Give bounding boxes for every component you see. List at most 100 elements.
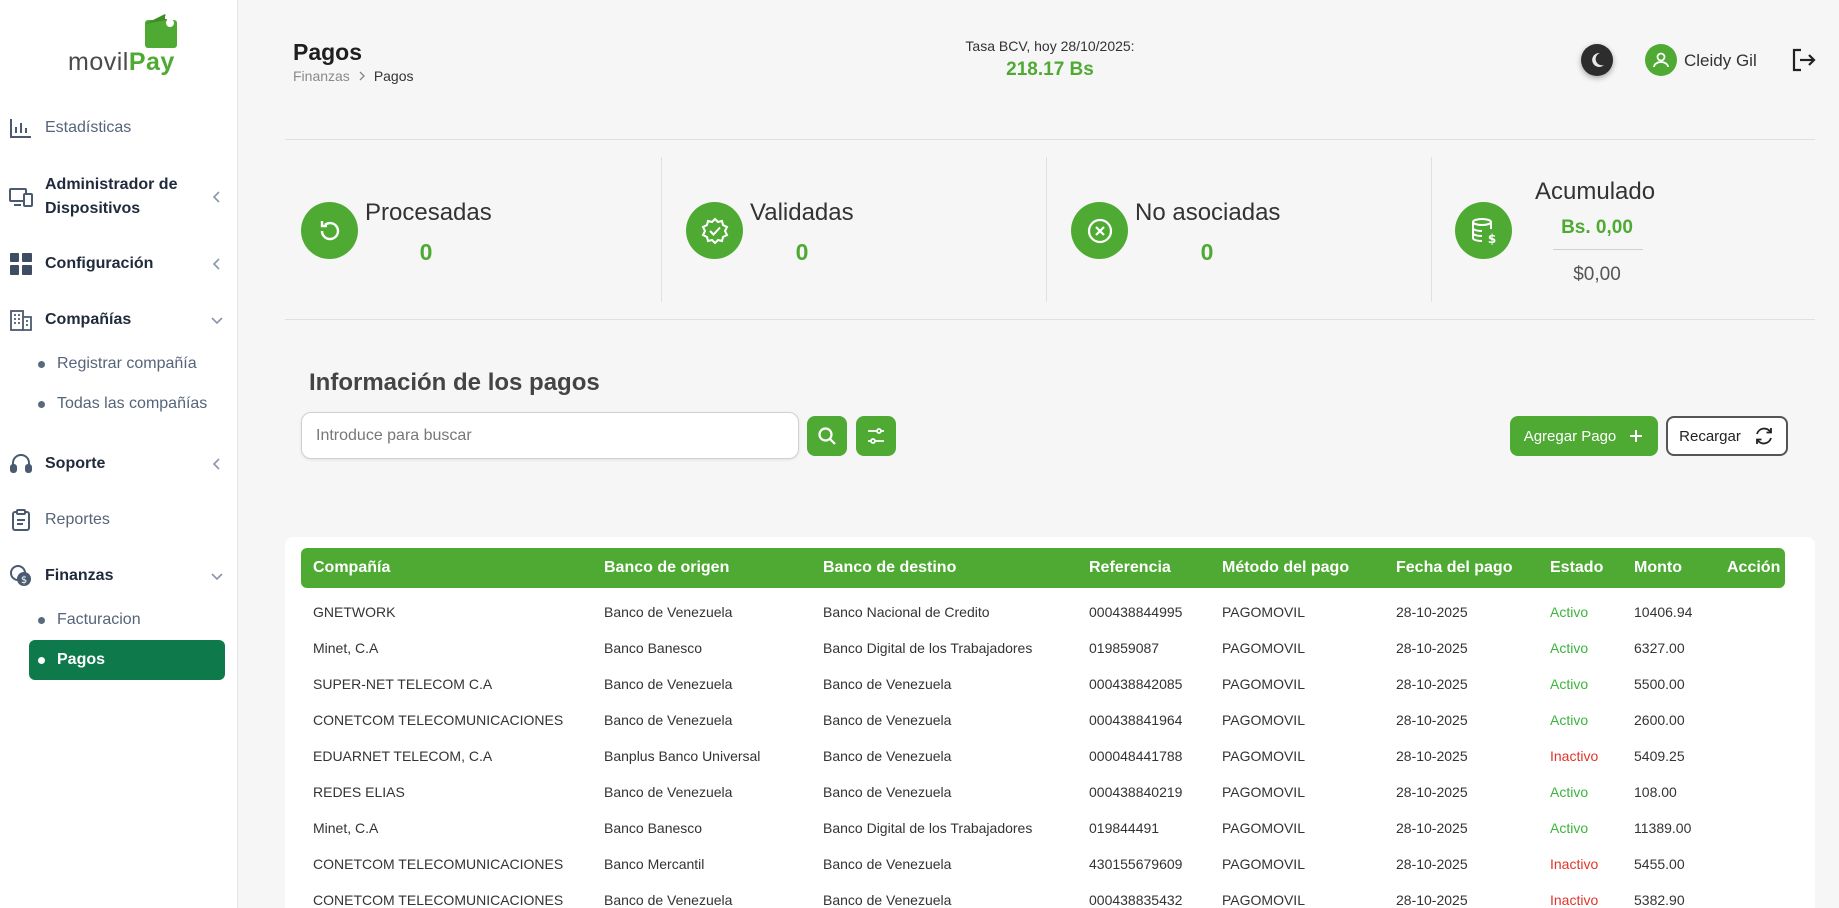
sidebar-subitem-pagos[interactable]: Pagos <box>29 640 225 680</box>
cell-date: 28-10-2025 <box>1396 856 1468 872</box>
table-row[interactable]: Minet, C.A Banco Banesco Banco Digital de … <box>301 811 1785 847</box>
stat-value-usd: $0,00 <box>1573 264 1621 285</box>
column-header[interactable]: Banco de destino <box>823 559 956 577</box>
stat-title: Validadas <box>750 199 854 226</box>
add-payment-button[interactable]: Agregar Pago <box>1510 416 1658 456</box>
stat-title: No asociadas <box>1135 199 1281 226</box>
avatar[interactable] <box>1645 44 1677 76</box>
stat-value-bs: Bs. 0,00 <box>1561 217 1633 238</box>
moon-icon <box>1592 52 1604 67</box>
sidebar-item-reportes[interactable]: Reportes <box>0 508 238 532</box>
sidebar-subitem-label: Registrar compañía <box>57 355 197 372</box>
sidebar-subitem-label: Facturacion <box>57 611 141 628</box>
sidebar-item-finanzas[interactable]: $ Finanzas <box>0 564 238 588</box>
reload-label: Recargar <box>1679 427 1741 445</box>
cell-reference: 000438835432 <box>1089 892 1183 908</box>
cell-amount: 5500.00 <box>1634 676 1685 692</box>
sidebar-item-dispositivos[interactable]: Administrador de Dispositivos <box>0 173 238 221</box>
column-header[interactable]: Monto <box>1634 559 1682 577</box>
sidebar-item-label: Administrador de <box>45 176 178 193</box>
cell-reference: 000048441788 <box>1089 748 1183 764</box>
column-header[interactable]: Estado <box>1550 559 1603 577</box>
sidebar-item-estadisticas[interactable]: Estadísticas <box>0 116 238 140</box>
table-row[interactable]: EDUARNET TELECOM, C.A Banplus Banco Unive… <box>301 739 1785 775</box>
svg-text:$: $ <box>1487 232 1495 246</box>
table-row[interactable]: SUPER-NET TELECOM C.A Banco de Venezuela B… <box>301 667 1785 703</box>
cell-company: CONETCOM TELECOMUNICACIONES <box>313 712 564 728</box>
sidebar-subitem-facturacion[interactable]: Facturacion <box>29 600 225 640</box>
cell-method: PAGOMOVIL <box>1222 856 1305 872</box>
cell-company: SUPER-NET TELECOM C.A <box>313 676 493 692</box>
stat-divider <box>1431 157 1432 302</box>
chevron-right-icon <box>359 71 365 81</box>
chevron-down-icon <box>211 573 223 581</box>
chart-icon <box>9 116 33 140</box>
bullet-dot <box>38 657 45 664</box>
cell-reference: 000438842085 <box>1089 676 1183 692</box>
cell-reference: 000438840219 <box>1089 784 1183 800</box>
table-row[interactable]: CONETCOM TELECOMUNICACIONES Banco de Vene… <box>301 703 1785 739</box>
search-input[interactable] <box>301 412 799 459</box>
cell-bank-destination: Banco Digital de los Trabajadores <box>823 640 1033 656</box>
add-payment-label: Agregar Pago <box>1523 427 1617 445</box>
search-button[interactable] <box>807 416 847 456</box>
table-row[interactable]: Minet, C.A Banco Banesco Banco Digital de … <box>301 631 1785 667</box>
cell-method: PAGOMOVIL <box>1222 820 1305 836</box>
cell-amount: 108.00 <box>1634 784 1677 800</box>
cell-method: PAGOMOVIL <box>1222 640 1305 656</box>
sidebar-item-soporte[interactable]: Soporte <box>0 452 238 476</box>
cell-company: EDUARNET TELECOM, C.A <box>313 748 493 764</box>
theme-toggle-button[interactable] <box>1581 44 1613 76</box>
brand-logo[interactable]: movilPay <box>68 14 180 78</box>
sidebar-item-configuracion[interactable]: Configuración <box>0 252 238 276</box>
cell-bank-origin: Banco de Venezuela <box>604 676 733 692</box>
user-name[interactable]: Cleidy Gil <box>1684 51 1757 71</box>
exchange-rate-label: Tasa BCV, hoy 28/10/2025: <box>965 38 1135 54</box>
cell-bank-origin: Banco Banesco <box>604 820 703 836</box>
breadcrumb-item-finanzas[interactable]: Finanzas <box>293 68 350 84</box>
payments-table: Compañía Banco de origen Banco de destin… <box>285 537 1815 908</box>
stat-value: 0 <box>795 239 809 265</box>
cell-bank-origin: Banco de Venezuela <box>604 784 733 800</box>
column-header[interactable]: Fecha del pago <box>1396 559 1512 577</box>
cell-reference: 000438841964 <box>1089 712 1183 728</box>
table-row[interactable]: GNETWORK Banco de Venezuela Banco Nacional… <box>301 595 1785 631</box>
chevron-down-icon <box>211 317 223 325</box>
column-header[interactable]: Banco de origen <box>604 559 729 577</box>
sidebar-subitem-registrar-compania[interactable]: Registrar compañía <box>29 344 225 384</box>
cell-date: 28-10-2025 <box>1396 604 1468 620</box>
table-row[interactable]: REDES ELIAS Banco de Venezuela Banco de Ve… <box>301 775 1785 811</box>
table-row[interactable]: CONETCOM TELECOMUNICACIONES Banco Mercant… <box>301 847 1785 883</box>
status-badge: Activo <box>1550 640 1589 656</box>
stat-title: Procesadas <box>365 199 492 226</box>
cell-bank-origin: Banco de Venezuela <box>604 604 733 620</box>
cell-reference: 000438844995 <box>1089 604 1183 620</box>
page-title: Pagos <box>293 39 363 65</box>
column-header[interactable]: Acción <box>1727 559 1780 577</box>
reload-icon <box>1755 427 1772 445</box>
status-badge: Inactivo <box>1550 748 1599 764</box>
cell-date: 28-10-2025 <box>1396 640 1468 656</box>
sidebar-subitem-todas-companias[interactable]: Todas las compañías <box>29 384 225 424</box>
sidebar-item-label: Finanzas <box>45 567 114 584</box>
sidebar: movilPay Estadísticas Administrador de D… <box>0 0 238 908</box>
filter-button[interactable] <box>856 416 896 456</box>
database-dollar-icon: $ <box>1455 202 1512 259</box>
sidebar-item-label: Soporte <box>45 455 106 472</box>
bullet-dot <box>38 617 45 624</box>
column-header[interactable]: Método del pago <box>1222 559 1349 577</box>
status-badge: Activo <box>1550 712 1589 728</box>
cell-bank-destination: Banco de Venezuela <box>823 748 952 764</box>
cell-amount: 2600.00 <box>1634 712 1685 728</box>
status-badge: Activo <box>1550 784 1589 800</box>
cell-amount: 6327.00 <box>1634 640 1685 656</box>
sidebar-item-companias[interactable]: Compañías <box>0 308 238 332</box>
cell-amount: 5455.00 <box>1634 856 1685 872</box>
table-header: Compañía Banco de origen Banco de destin… <box>301 548 1785 588</box>
refresh-icon <box>301 202 358 259</box>
reload-button[interactable]: Recargar <box>1666 416 1788 456</box>
column-header[interactable]: Compañía <box>313 559 390 577</box>
table-row[interactable]: CONETCOM TELECOMUNICACIONES Banco de Vene… <box>301 883 1785 908</box>
column-header[interactable]: Referencia <box>1089 559 1171 577</box>
logout-icon[interactable] <box>1790 46 1818 74</box>
